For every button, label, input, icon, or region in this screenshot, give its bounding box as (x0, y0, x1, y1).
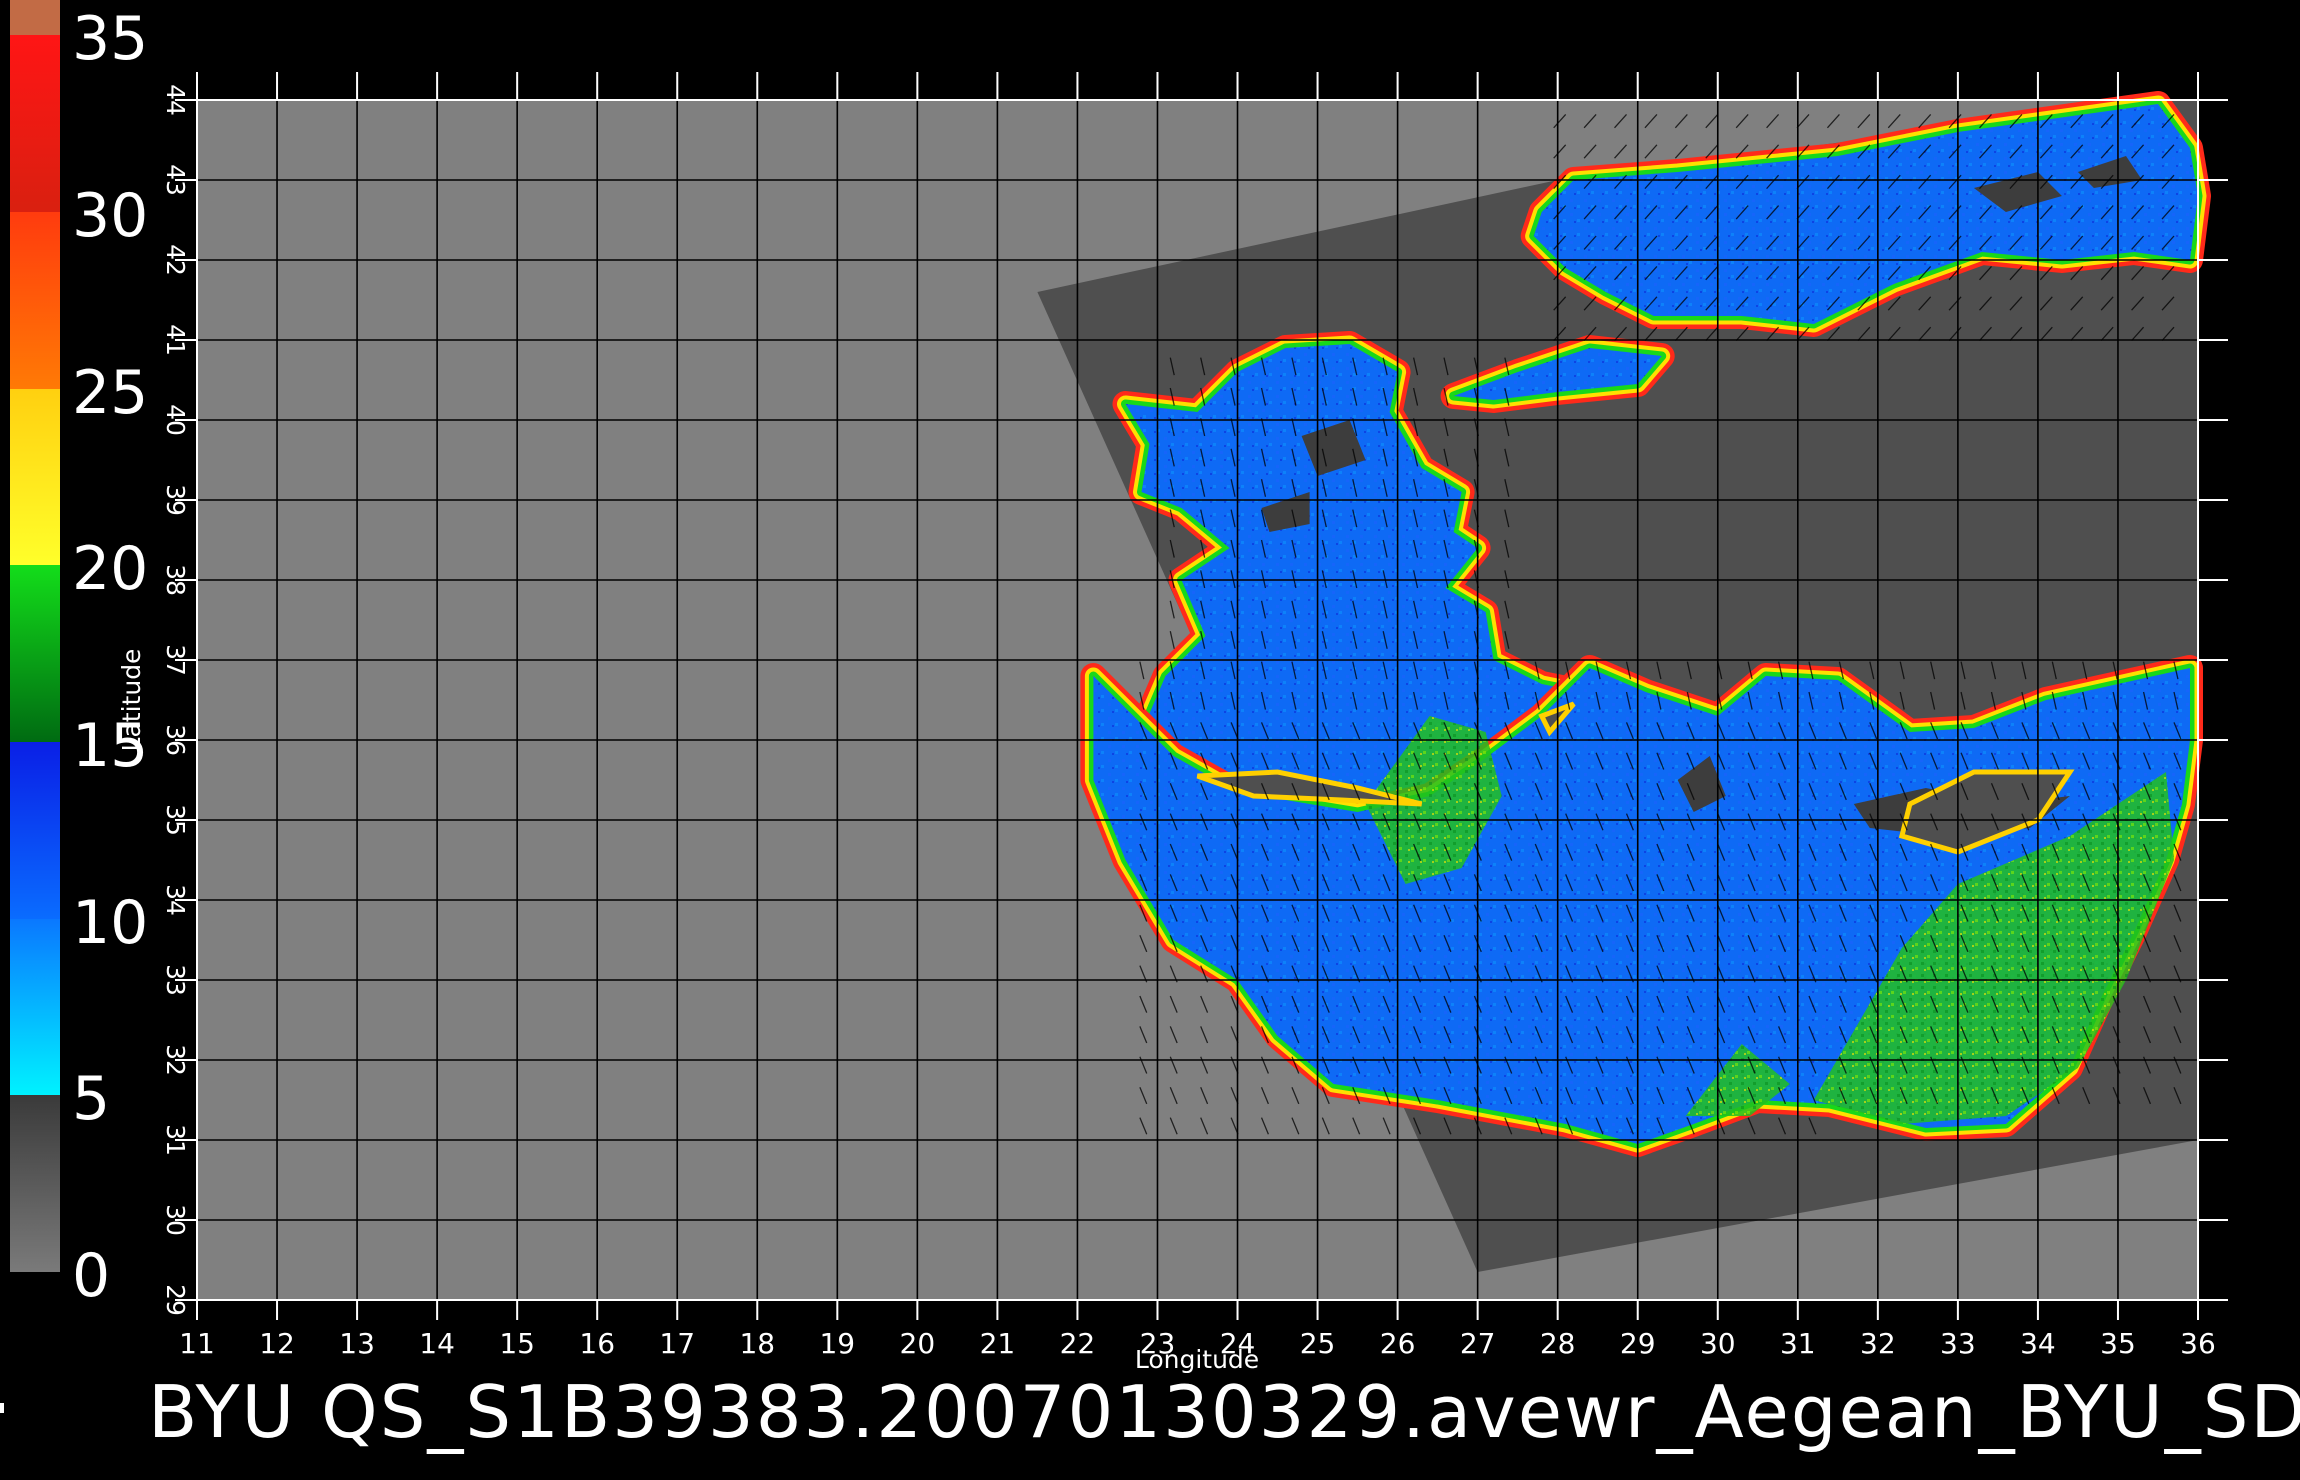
x-tick-label: 21 (980, 1327, 1016, 1360)
x-tick-label: 11 (179, 1327, 215, 1360)
x-tick-label: 18 (739, 1327, 775, 1360)
y-tick-label: 40 (161, 404, 190, 436)
x-tick-label: 22 (1060, 1327, 1096, 1360)
x-tick-label: 30 (1700, 1327, 1736, 1360)
x-tick-label: 35 (2100, 1327, 2136, 1360)
y-tick-label: 38 (161, 564, 190, 596)
y-tick-label: 31 (161, 1124, 190, 1156)
x-tick-label: 32 (1860, 1327, 1896, 1360)
y-tick-label: 32 (161, 1044, 190, 1076)
x-tick-label: 27 (1460, 1327, 1496, 1360)
figure: 35 30 25 20 15 10 5 0 11 12 13 14 15 16 17 18 19 20 21 22 2… (0, 0, 2300, 1480)
x-tick-label: 33 (1940, 1327, 1976, 1360)
y-tick-label: 39 (161, 484, 190, 516)
x-tick-label: 26 (1380, 1327, 1416, 1360)
y-tick-label: 34 (161, 884, 190, 916)
x-tick-label: 28 (1540, 1327, 1576, 1360)
y-tick-label: 42 (161, 244, 190, 276)
x-tick-label: 17 (659, 1327, 695, 1360)
wind-map: 11 12 13 14 15 16 17 18 19 20 21 22 23 24 25 26 27 28 29 30… (117, 72, 2228, 1374)
y-tick-label: 29 (161, 1284, 190, 1316)
y-tick-label: 33 (161, 964, 190, 996)
y-tick-label: 36 (161, 724, 190, 756)
y-axis-label: Latitude (117, 649, 146, 752)
x-tick-label: 15 (499, 1327, 535, 1360)
image-caption: BYU QS_S1B39383.20070130329.avewr_Aegean… (148, 1370, 2300, 1454)
x-tick-label: 19 (819, 1327, 855, 1360)
x-tick-label: 16 (579, 1327, 615, 1360)
x-tick-label: 20 (900, 1327, 936, 1360)
x-tick-label: 13 (339, 1327, 375, 1360)
y-tick-label: 44 (161, 84, 190, 116)
y-tick-label: 35 (161, 804, 190, 836)
x-tick-label: 25 (1300, 1327, 1336, 1360)
x-tick-label: 34 (2020, 1327, 2056, 1360)
x-tick-label: 36 (2180, 1327, 2216, 1360)
x-tick-label: 29 (1620, 1327, 1656, 1360)
y-tick-label: 43 (161, 164, 190, 196)
x-tick-label: 14 (419, 1327, 455, 1360)
x-tick-label: 12 (259, 1327, 295, 1360)
x-tick-label: 31 (1780, 1327, 1816, 1360)
y-tick-label: 30 (161, 1204, 190, 1236)
y-tick-label: 41 (161, 324, 190, 356)
y-tick-label: 37 (161, 644, 190, 676)
